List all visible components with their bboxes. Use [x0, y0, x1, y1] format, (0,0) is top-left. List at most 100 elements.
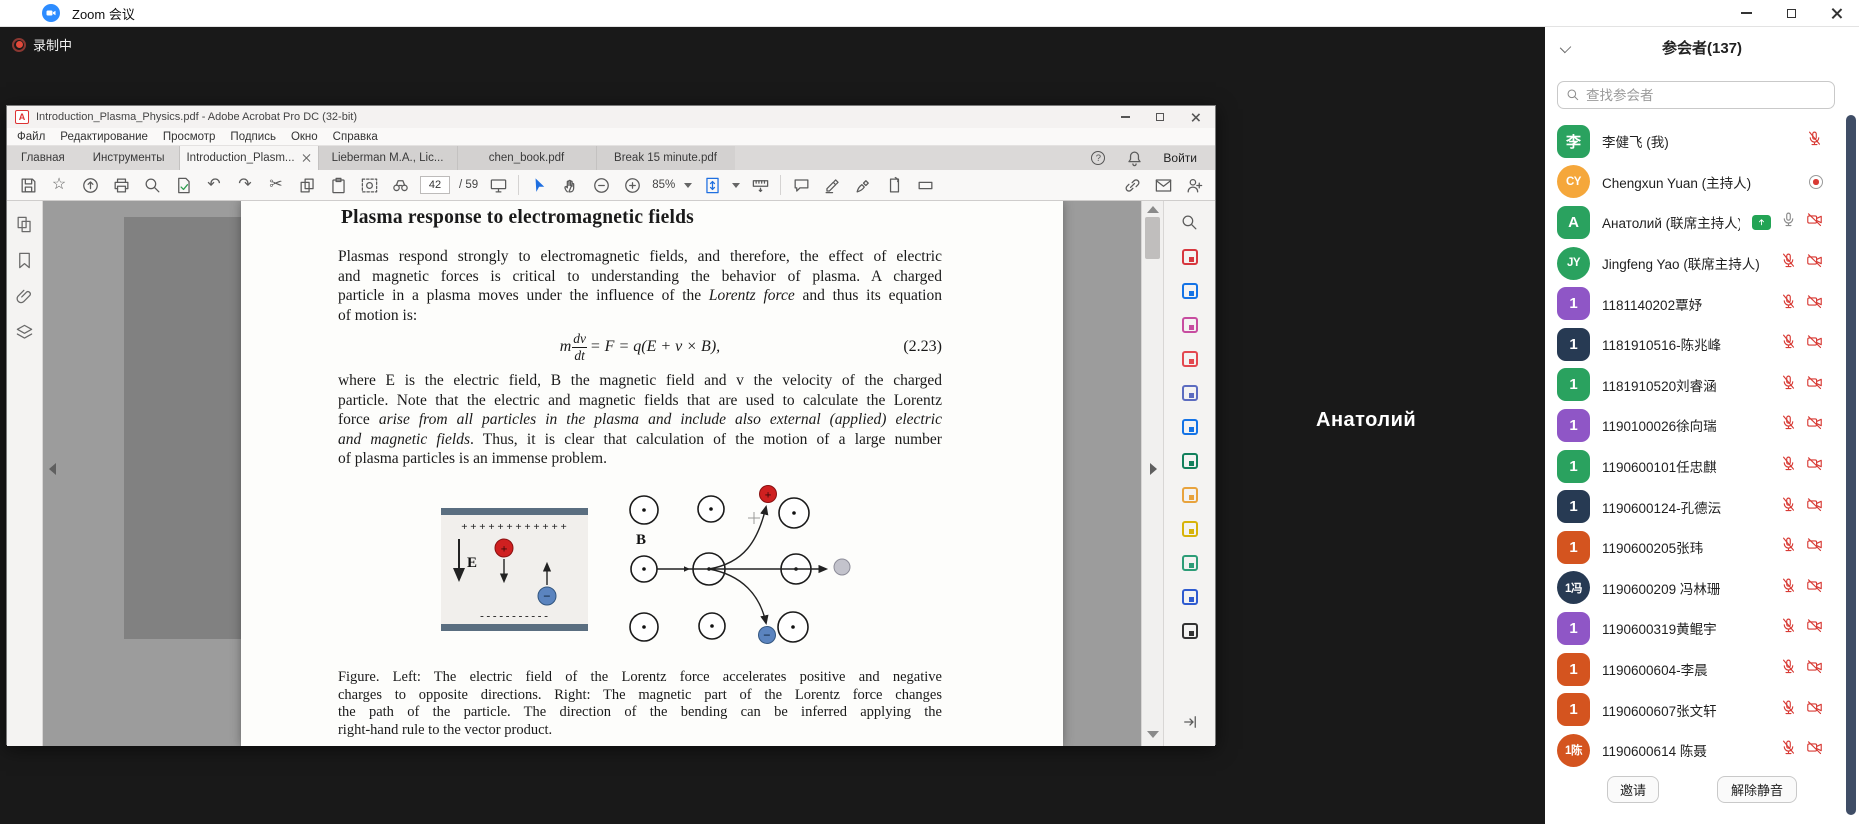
email-envelope-icon[interactable] — [1152, 174, 1174, 196]
collapse-left-pane-icon[interactable] — [49, 463, 56, 475]
participant-row[interactable]: JY Jingfeng Yao (联席主持人) — [1545, 243, 1847, 284]
participant-row[interactable]: 1 1190600319黄鲲宇 — [1545, 608, 1847, 649]
comment-icon[interactable] — [790, 174, 812, 196]
menu-window[interactable]: Окно — [291, 131, 318, 143]
acrobat-close-button[interactable] — [1191, 113, 1200, 122]
sign-in-button[interactable]: Войти — [1163, 151, 1197, 165]
doc-tab-break[interactable]: Break 15 minute.pdf — [596, 146, 735, 170]
search-icon[interactable] — [141, 174, 163, 196]
menu-edit[interactable]: Редактирование — [60, 131, 148, 143]
cut-scissors-icon[interactable]: ✂ — [265, 174, 287, 196]
create-pdf-icon[interactable] — [1180, 281, 1200, 301]
participant-row[interactable]: 1 1190600101任忠麒 — [1545, 446, 1847, 487]
participant-row[interactable]: 1 1181140202覃妤 — [1545, 283, 1847, 324]
participants-scrollbar[interactable] — [1846, 115, 1856, 815]
star-icon[interactable]: ☆ — [48, 174, 70, 196]
fill-sign-icon[interactable] — [1180, 383, 1200, 403]
stamp-tool-icon[interactable] — [1180, 485, 1200, 505]
redo-icon[interactable]: ↷ — [234, 174, 256, 196]
maximize-button[interactable] — [1769, 0, 1814, 27]
close-tab-icon[interactable] — [303, 154, 311, 162]
menu-sign[interactable]: Подпись — [230, 131, 276, 143]
doc-tab-chen-book[interactable]: chen_book.pdf — [457, 146, 596, 170]
rectangle-tool-icon[interactable] — [914, 174, 936, 196]
open-pane-arrow-icon[interactable] — [1181, 713, 1199, 736]
menu-help[interactable]: Справка — [333, 131, 378, 143]
help-icon[interactable]: ? — [1091, 151, 1105, 165]
fit-page-icon[interactable] — [701, 174, 723, 196]
participant-row[interactable]: 李 李健飞 (我) — [1545, 121, 1847, 162]
participant-row[interactable]: 1冯 1190600209 冯林珊 — [1545, 568, 1847, 609]
person-add-icon[interactable] — [1183, 174, 1205, 196]
zoom-out-icon[interactable] — [590, 174, 612, 196]
page-display-icon[interactable] — [487, 174, 509, 196]
zoom-dropdown-caret-icon[interactable] — [684, 183, 692, 188]
scrollbar-thumb[interactable] — [1145, 217, 1160, 259]
save-icon[interactable] — [17, 174, 39, 196]
acrobat-maximize-button[interactable] — [1156, 113, 1164, 121]
page-number-input[interactable] — [420, 176, 450, 194]
measure-ruler-icon[interactable] — [749, 174, 771, 196]
section-heading: Plasma response to electromagnetic field… — [341, 207, 694, 229]
page-check-icon[interactable] — [172, 174, 194, 196]
participant-row[interactable]: A Анатолий (联席主持人) — [1545, 202, 1847, 243]
invite-button[interactable]: 邀请 — [1607, 776, 1659, 803]
comment-tool-icon[interactable] — [1180, 519, 1200, 539]
zoom-in-icon[interactable] — [621, 174, 643, 196]
layers-icon[interactable] — [13, 321, 35, 343]
participant-row[interactable]: 1 1181910520刘睿涵 — [1545, 365, 1847, 406]
combine-files-icon[interactable] — [1180, 349, 1200, 369]
participant-row[interactable]: 1 1190600604-李晨 — [1545, 649, 1847, 690]
participant-row[interactable]: 1 1190600205张玮 — [1545, 527, 1847, 568]
chevron-down-icon[interactable] — [1560, 42, 1571, 53]
search-input[interactable] — [1586, 88, 1826, 103]
page-transform-icon[interactable] — [883, 174, 905, 196]
export-pdf-icon[interactable] — [1180, 247, 1200, 267]
participant-row[interactable]: 1 1190100026徐向瑞 — [1545, 405, 1847, 446]
binoculars-icon[interactable] — [389, 174, 411, 196]
clipboard-icon[interactable] — [327, 174, 349, 196]
participant-row[interactable]: 1陈 1190600614 陈聂 — [1545, 730, 1847, 771]
select-tool-cursor-icon[interactable] — [528, 174, 550, 196]
share-tool-icon[interactable] — [1180, 621, 1200, 641]
acrobat-minimize-button[interactable] — [1121, 116, 1130, 117]
share-upload-icon[interactable] — [79, 174, 101, 196]
link-icon[interactable] — [1121, 174, 1143, 196]
participant-row[interactable]: CY Chengxun Yuan (主持人) — [1545, 162, 1847, 203]
participant-row[interactable]: 1 1181910516-陈兆峰 — [1545, 324, 1847, 365]
zoom-level-value[interactable]: 85% — [652, 179, 675, 191]
page-thumbnails-icon[interactable] — [13, 213, 35, 235]
undo-icon[interactable]: ↶ — [203, 174, 225, 196]
find-tool-icon[interactable] — [1179, 211, 1201, 233]
tab-home[interactable]: Главная — [7, 146, 79, 170]
participant-row[interactable]: 1 1190600607张文轩 — [1545, 689, 1847, 730]
tab-tools[interactable]: Инструменты — [79, 146, 179, 170]
bookmarks-icon[interactable] — [13, 249, 35, 271]
scroll-down-icon[interactable] — [1147, 731, 1159, 738]
unmute-all-button[interactable]: 解除静音 — [1717, 776, 1797, 803]
doc-tab-lieberman[interactable]: Lieberman M.A., Lic... — [318, 146, 457, 170]
minimize-button[interactable] — [1724, 0, 1769, 27]
participant-row[interactable]: 1 1190600124-孔德沄 — [1545, 486, 1847, 527]
body-text-line: and magnetic forces is critical to under… — [338, 267, 942, 287]
edit-pdf-icon[interactable] — [1180, 315, 1200, 335]
scan-ocr-icon[interactable] — [1180, 451, 1200, 471]
menu-file[interactable]: Файл — [17, 131, 45, 143]
send-for-signature-icon[interactable] — [1180, 417, 1200, 437]
print-production-icon[interactable] — [1180, 553, 1200, 573]
doc-tab-introduction-plasma[interactable]: Introduction_Plasm... — [179, 146, 318, 170]
participant-search[interactable] — [1557, 81, 1835, 109]
protect-shield-icon[interactable] — [1180, 587, 1200, 607]
menu-view[interactable]: Просмотр — [163, 131, 216, 143]
copy-pages-icon[interactable] — [296, 174, 318, 196]
close-button[interactable] — [1814, 0, 1859, 27]
hand-tool-icon[interactable] — [559, 174, 581, 196]
snapshot-camera-icon[interactable] — [358, 174, 380, 196]
scroll-up-icon[interactable] — [1147, 206, 1159, 213]
fit-dropdown-caret-icon[interactable] — [732, 183, 740, 188]
attachments-paperclip-icon[interactable] — [13, 285, 35, 307]
highlighter-icon[interactable] — [821, 174, 843, 196]
notifications-bell-icon[interactable] — [1123, 147, 1145, 169]
fill-sign-pen-icon[interactable] — [852, 174, 874, 196]
print-icon[interactable] — [110, 174, 132, 196]
